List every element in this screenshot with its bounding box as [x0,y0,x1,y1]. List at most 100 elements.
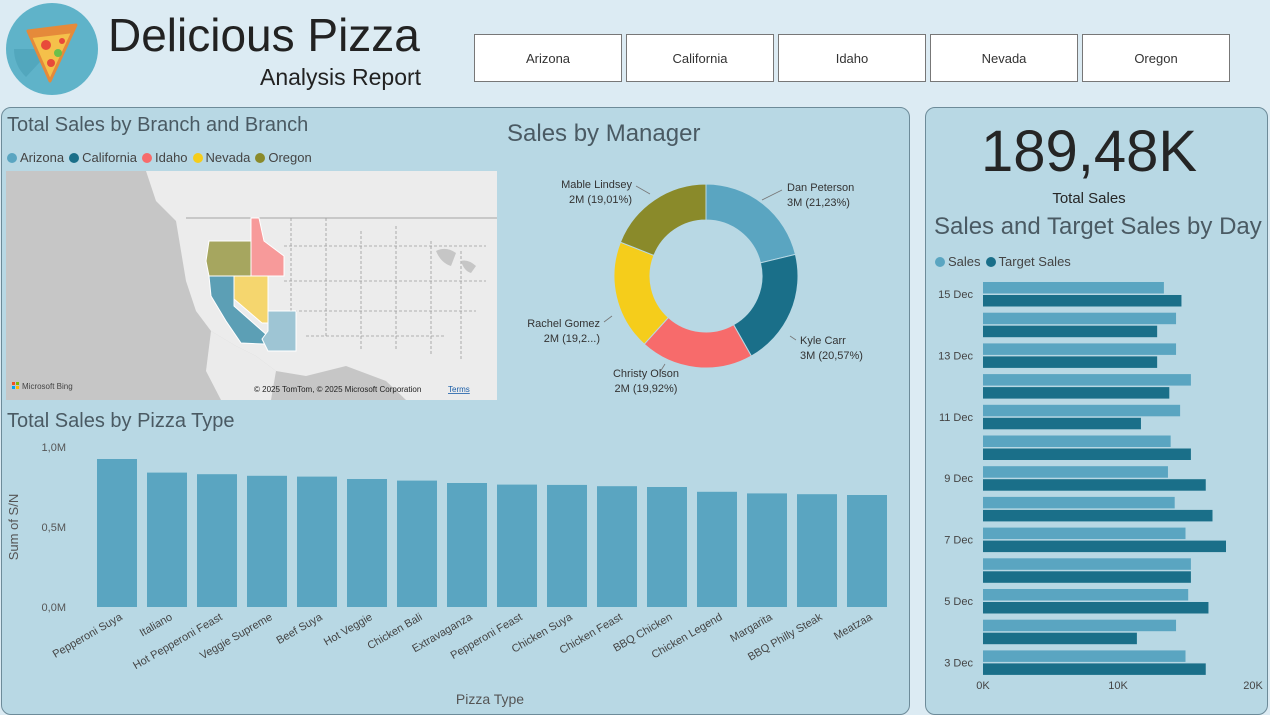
hbar-target-sales-13-dec[interactable] [983,356,1158,368]
slicer-item-idaho[interactable]: Idaho [778,34,926,82]
x-tick-label: Hot Pepperoni Feast [131,611,224,672]
kpi-label: Total Sales [1052,190,1126,207]
bar-chicken-legend[interactable] [697,491,737,607]
legend-nevada[interactable]: Nevada [192,150,250,165]
donut-label-name: Dan Peterson [787,182,854,194]
y-axis-label: Sum of S/N [6,494,21,560]
legend-target-sales[interactable]: Target Sales [985,254,1071,269]
bar-chicken-bali[interactable] [397,480,437,607]
bar-pepperoni-feast[interactable] [497,484,537,607]
terms-link[interactable]: Terms [448,385,470,394]
bar-margarita[interactable] [747,493,787,607]
hbar-sales-6-dec[interactable] [983,558,1191,570]
hbar-target-sales-14-dec[interactable] [983,325,1158,338]
x-tick-label: 20K [1243,680,1263,692]
hbar-title: Sales and Target Sales by Day [934,213,1262,240]
hbar-target-sales-5-dec[interactable] [983,602,1209,614]
x-tick-label: Meatzaa [832,611,875,643]
bar-chicken-suya[interactable] [547,484,587,607]
bar-extravaganza[interactable] [447,483,487,607]
bar-chicken-feast[interactable] [597,486,637,607]
hbar-target-sales-4-dec[interactable] [983,632,1137,645]
bar-bbq-chicken[interactable] [647,487,687,607]
donut-slice-dan-peterson[interactable] [705,183,797,264]
hbar-target-sales-9-dec[interactable] [983,479,1206,491]
x-tick-label: Italiano [138,611,175,639]
legend-oregon[interactable]: Oregon [255,150,312,165]
hbar-target-sales-11-dec[interactable] [983,417,1141,430]
page-title: Delicious Pizza [108,9,420,61]
hbar-sales-8-dec[interactable] [983,496,1175,509]
hbar-sales-12-dec[interactable] [983,374,1191,386]
bar-veggie-supreme[interactable] [247,475,287,607]
y-tick-label: 0,0M [42,602,66,614]
donut-label-value: 2M (19,2...) [544,333,600,345]
bing-label: Microsoft Bing [22,382,73,391]
y-tick-label: 15 Dec [938,289,973,301]
filled-map[interactable]: Microsoft Bing © 2025 TomTom, © 2025 Mic… [6,171,497,400]
donut-label-name: Mable Lindsey [561,179,632,191]
hbar-sales-5-dec[interactable] [983,589,1189,601]
hbar-target-sales-12-dec[interactable] [983,387,1170,399]
legend-california[interactable]: California [69,150,137,165]
x-axis-label: Pizza Type [456,691,524,707]
bar-meatzaa[interactable] [847,495,887,607]
donut-label-name: Christy Olson [613,368,679,380]
donut-label-name: Kyle Carr [800,335,846,347]
bing-logo: Microsoft Bing [12,382,73,391]
donut-label-value: 2M (19,01%) [569,194,632,206]
y-tick-label: 7 Dec [944,535,973,547]
legend-arizona[interactable]: Arizona [7,150,64,165]
hbar-target-sales-6-dec[interactable] [983,571,1191,583]
donut-slice-mable-lindsey[interactable] [619,183,707,257]
donut-label-value: 2M (19,92%) [615,383,678,395]
slicer-item-oregon[interactable]: Oregon [1082,34,1230,82]
donut-chart: Dan Peterson 3M (21,23%) Kyle Carr 3M (20,5… [527,179,863,395]
legend-sales[interactable]: Sales [935,254,981,269]
kpi-value: 189,48K [980,119,1198,184]
map-title: Total Sales by Branch and Branch [7,114,309,136]
bar-italiano[interactable] [147,472,187,607]
y-tick-label: 9 Dec [944,473,973,485]
map-attribution: © 2025 TomTom, © 2025 Microsoft Corporat… [254,385,421,394]
hbar-target-sales-8-dec[interactable] [983,509,1213,522]
hbar-sales-4-dec[interactable] [983,619,1177,632]
x-tick-label: Pepperoni Suya [51,611,126,661]
oregon-region[interactable] [205,240,252,277]
x-tick-label: Beef Suya [275,611,326,647]
hbar-sales-7-dec[interactable] [983,527,1186,540]
bar-beef-suya[interactable] [297,476,337,607]
hbar-target-sales-7-dec[interactable] [983,540,1226,553]
y-tick-label: 0,5M [42,522,66,534]
hbar-sales-3-dec[interactable] [983,650,1186,662]
day-bar-chart: 15 Dec 13 Dec 11 Dec 9 Dec 7 Dec 5 Dec 3 Dec0K… [938,282,1263,692]
page-subtitle: Analysis Report [260,64,422,90]
legend-idaho[interactable]: Idaho [142,150,188,165]
hbar-sales-10-dec[interactable] [983,435,1171,448]
hbar-sales-11-dec[interactable] [983,404,1181,417]
y-tick-label: 11 Dec [939,412,974,424]
hbar-sales-13-dec[interactable] [983,343,1177,355]
slicer-item-california[interactable]: California [626,34,774,82]
donut-title: Sales by Manager [507,120,701,147]
state-slicer: Arizona California Idaho Nevada Oregon [474,34,1234,84]
bar-bbq-philly-steak[interactable] [797,494,837,607]
y-tick-label: 1,0M [42,442,66,454]
hbar-target-sales-15-dec[interactable] [983,295,1182,307]
bar-hot-veggie[interactable] [347,479,387,607]
hbar-legend: Sales Target Sales [935,254,1076,269]
slicer-item-nevada[interactable]: Nevada [930,34,1078,82]
bar-hot-pepperoni-feast[interactable] [197,474,237,607]
map-legend: Arizona California Idaho Nevada Oregon [7,150,317,165]
pizza-logo [6,3,98,95]
bar-pepperoni-suya[interactable] [97,459,137,607]
donut-label-value: 3M (20,57%) [800,350,863,362]
hbar-target-sales-3-dec[interactable] [983,663,1206,675]
x-tick-label: 10K [1108,680,1128,692]
slicer-item-arizona[interactable]: Arizona [474,34,622,82]
x-tick-label: 0K [976,680,990,692]
hbar-target-sales-10-dec[interactable] [983,448,1191,461]
hbar-sales-9-dec[interactable] [983,466,1168,478]
hbar-sales-14-dec[interactable] [983,312,1177,325]
hbar-sales-15-dec[interactable] [983,282,1164,294]
